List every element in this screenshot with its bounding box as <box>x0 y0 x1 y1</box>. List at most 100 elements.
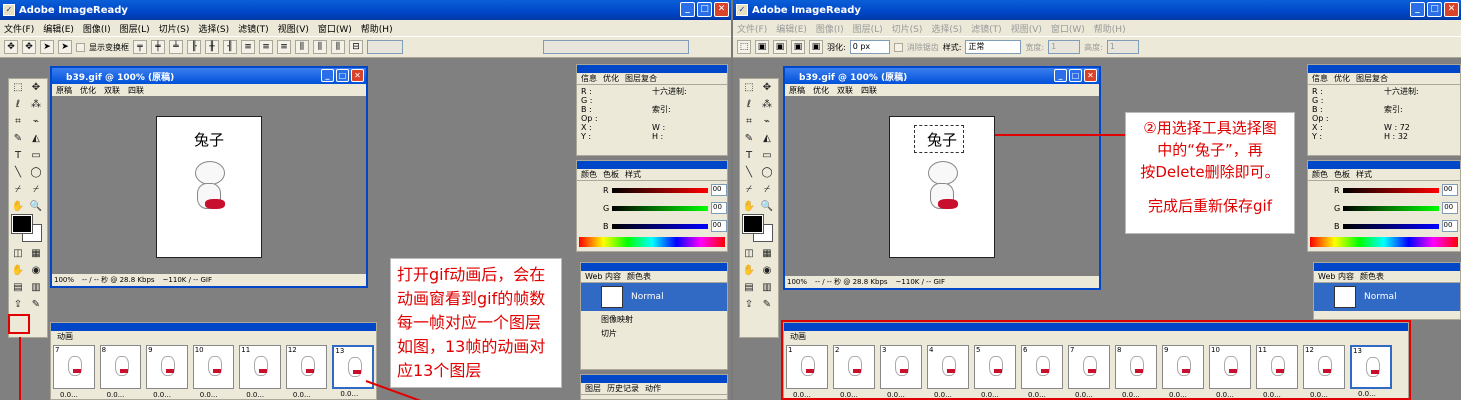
normal-layer-row[interactable]: Normal <box>581 283 727 311</box>
tab-2up[interactable]: 双联 <box>837 85 853 96</box>
menu-image[interactable]: 图像(I) <box>816 22 844 35</box>
menu-file[interactable]: 文件(F) <box>4 22 34 35</box>
maximize-button[interactable]: □ <box>1427 2 1442 17</box>
brush-tool-icon[interactable]: ✎ <box>10 131 26 146</box>
marquee-icon[interactable]: ⬚ <box>737 40 751 54</box>
image-canvas[interactable]: 兔子 <box>889 116 995 258</box>
web-icon[interactable]: ◉ <box>759 263 775 278</box>
align-bottom-icon[interactable]: ╧ <box>169 40 183 54</box>
slider-r[interactable] <box>1342 187 1439 193</box>
align-left-icon[interactable]: ╟ <box>187 40 201 54</box>
preview-icon[interactable]: ✎ <box>759 297 775 312</box>
crop-tool-icon[interactable]: ⌗ <box>10 114 26 129</box>
tab-history[interactable]: 历史记录 <box>607 383 639 394</box>
tab-swatches[interactable]: 色板 <box>1334 169 1350 180</box>
line-tool-icon[interactable]: ╲ <box>10 165 26 180</box>
close-button[interactable]: ✕ <box>714 2 729 17</box>
frame-delay[interactable]: 0.0... <box>246 391 264 399</box>
value-r[interactable]: 00 <box>710 184 727 196</box>
menu-layer[interactable]: 图层(L) <box>853 22 883 35</box>
doc-maximize-button[interactable]: □ <box>336 69 349 82</box>
screen-mode-alt-icon[interactable]: ▥ <box>759 280 775 295</box>
value-b[interactable]: 00 <box>710 220 727 232</box>
color-swatch[interactable] <box>11 214 44 242</box>
file-size[interactable]: ~110K / -- GIF <box>896 278 945 286</box>
tab-original[interactable]: 原稿 <box>56 85 72 96</box>
eyedropper-alt-icon[interactable]: ⌿ <box>28 182 44 197</box>
slider-g[interactable] <box>612 205 709 211</box>
bucket-tool-icon[interactable]: ◭ <box>28 131 44 146</box>
magic-wand-icon[interactable]: ⁂ <box>28 97 44 112</box>
menu-help[interactable]: 帮助(H) <box>1094 22 1126 35</box>
image-canvas[interactable]: 兔子 <box>156 116 262 258</box>
hand-icon[interactable]: ✋ <box>10 263 26 278</box>
feather-input[interactable]: 0 px <box>849 40 890 54</box>
minimize-button[interactable]: _ <box>1410 2 1425 17</box>
value-b[interactable]: 00 <box>1441 220 1458 232</box>
eyedropper-alt-icon[interactable]: ⌿ <box>759 182 775 197</box>
animation-frame[interactable]: 10 0.0... <box>192 345 235 399</box>
style-select[interactable]: 正常 <box>965 40 1022 54</box>
lasso-tool-icon[interactable]: ℓ <box>741 97 757 112</box>
eyedropper-icon[interactable]: ⌿ <box>10 182 26 197</box>
distribute-right-icon[interactable]: ⫼ <box>331 40 345 54</box>
new-selection-icon[interactable]: ▣ <box>755 40 769 54</box>
move-tool-icon[interactable]: ✥ <box>4 40 18 54</box>
frame-delay[interactable]: 0.0... <box>293 391 311 399</box>
distribute-space-icon[interactable]: ⊟ <box>349 40 363 54</box>
add-selection-icon[interactable]: ▣ <box>773 40 787 54</box>
distribute-left-icon[interactable]: ⫼ <box>295 40 309 54</box>
download-speed[interactable]: -- / -- 秒 @ 28.8 Kbps <box>815 277 888 287</box>
menu-window[interactable]: 窗口(W) <box>1051 22 1085 35</box>
pointer-alt-icon[interactable]: ➤ <box>58 40 72 54</box>
show-transform-checkbox[interactable] <box>76 42 85 52</box>
align-top-icon[interactable]: ╤ <box>133 40 147 54</box>
slider-g[interactable] <box>1343 205 1440 211</box>
move-tool-alt-icon[interactable]: ✥ <box>22 40 36 54</box>
frame-delay[interactable]: 0.0... <box>60 391 78 399</box>
tab-styles[interactable]: 样式 <box>1356 169 1372 180</box>
tab-swatches[interactable]: 色板 <box>603 169 619 180</box>
jump-to-photoshop-icon[interactable]: ⇪ <box>741 297 757 312</box>
file-size[interactable]: ~110K / -- GIF <box>163 276 212 284</box>
bucket-tool-icon[interactable]: ◭ <box>759 131 775 146</box>
menu-window[interactable]: 窗口(W) <box>318 22 352 35</box>
slice-tool-icon[interactable]: ⌁ <box>28 114 44 129</box>
slice-tool-icon[interactable]: ⌁ <box>759 114 775 129</box>
menu-slice[interactable]: 切片(S) <box>159 22 190 35</box>
align-middle-icon[interactable]: ╪ <box>151 40 165 54</box>
maximize-button[interactable]: □ <box>697 2 712 17</box>
doc-close-button[interactable]: ✕ <box>351 69 364 82</box>
slider-b[interactable] <box>1342 223 1439 229</box>
zoom-level[interactable]: 100% <box>787 278 807 286</box>
mask-icon[interactable]: ◫ <box>741 246 757 261</box>
rectangle-tool-icon[interactable]: ▭ <box>759 148 775 163</box>
menu-help[interactable]: 帮助(H) <box>361 22 393 35</box>
subtract-selection-icon[interactable]: ▣ <box>791 40 805 54</box>
menu-slice[interactable]: 切片(S) <box>892 22 923 35</box>
align-right-icon[interactable]: ╢ <box>223 40 237 54</box>
intersect-selection-icon[interactable]: ▣ <box>809 40 823 54</box>
download-speed[interactable]: -- / -- 秒 @ 28.8 Kbps <box>82 275 155 285</box>
text-tool-icon[interactable]: T <box>741 148 757 163</box>
tab-styles[interactable]: 样式 <box>625 169 641 180</box>
doc-close-button[interactable]: ✕ <box>1084 69 1097 82</box>
value-g[interactable]: 00 <box>1442 202 1459 214</box>
frame-delay[interactable]: 0.0... <box>200 391 218 399</box>
tab-web-content[interactable]: Web 内容 <box>1318 271 1354 282</box>
doc-maximize-button[interactable]: □ <box>1069 69 1082 82</box>
marquee-tool-icon[interactable]: ⬚ <box>741 80 757 95</box>
color-spectrum[interactable] <box>579 237 725 247</box>
tab-color[interactable]: 颜色 <box>1312 169 1328 180</box>
line-tool-icon[interactable]: ╲ <box>741 165 757 180</box>
hand-tool-icon[interactable]: ✋ <box>10 199 26 214</box>
height-input[interactable]: 1 <box>1106 40 1139 54</box>
screen-mode-icon[interactable]: ▤ <box>741 280 757 295</box>
screen-mode-icon[interactable]: ▤ <box>10 280 26 295</box>
tab-web-content[interactable]: Web 内容 <box>585 271 621 282</box>
menu-image[interactable]: 图像(I) <box>83 22 111 35</box>
animation-frame[interactable]: 11 0.0... <box>239 345 281 399</box>
distribute-top-icon[interactable]: ≡ <box>241 40 255 54</box>
rectangle-tool-icon[interactable]: ▭ <box>28 148 44 163</box>
move-tool-icon[interactable]: ✥ <box>28 80 44 95</box>
